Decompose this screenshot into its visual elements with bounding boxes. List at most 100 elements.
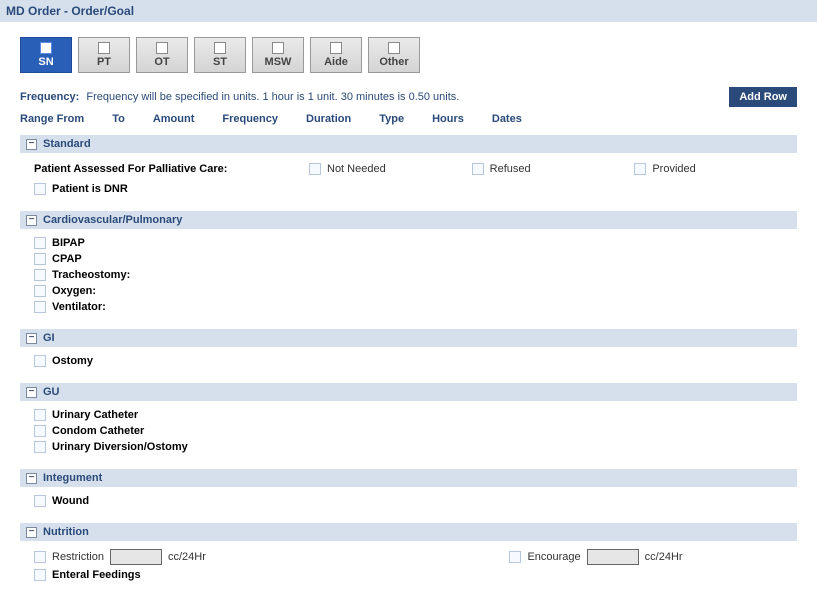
section-title: Standard <box>43 138 91 150</box>
restriction-input[interactable] <box>110 549 162 565</box>
item-label: Urinary Diversion/Ostomy <box>52 441 188 453</box>
collapse-icon[interactable]: − <box>26 333 37 344</box>
section-title: Integument <box>43 472 102 484</box>
checkbox-not-needed[interactable] <box>309 163 321 175</box>
checkbox-provided[interactable] <box>634 163 646 175</box>
list-item: CPAP <box>34 251 797 267</box>
restriction-label: Restriction <box>52 551 104 563</box>
section-title: GI <box>43 332 55 344</box>
item-label: Ostomy <box>52 355 93 367</box>
checkbox-restriction[interactable] <box>34 551 46 563</box>
tab-indicator-icon <box>272 42 284 54</box>
tab-ot[interactable]: OT <box>136 37 188 73</box>
list-item: BIPAP <box>34 235 797 251</box>
palliative-label: Patient Assessed For Palliative Care: <box>34 163 299 175</box>
checkbox-condom-catheter[interactable] <box>34 425 46 437</box>
checkbox-refused[interactable] <box>472 163 484 175</box>
tab-label: Aide <box>324 56 348 68</box>
tab-indicator-icon <box>156 42 168 54</box>
item-label: Patient is DNR <box>52 183 128 195</box>
item-label: BIPAP <box>52 237 85 249</box>
palliative-assessment-row: Patient Assessed For Palliative Care: No… <box>34 159 797 181</box>
checkbox-enteral-feedings[interactable] <box>34 569 46 581</box>
checkbox-cpap[interactable] <box>34 253 46 265</box>
checkbox-ventilator[interactable] <box>34 301 46 313</box>
collapse-icon[interactable]: − <box>26 473 37 484</box>
checkbox-oxygen[interactable] <box>34 285 46 297</box>
page-title: MD Order - Order/Goal <box>0 0 817 23</box>
collapse-icon[interactable]: − <box>26 387 37 398</box>
col-hours: Hours <box>432 113 464 125</box>
section-gu: − GU Urinary Catheter Condom Catheter Ur… <box>20 383 797 461</box>
list-item: Enteral Feedings <box>34 567 797 583</box>
tab-label: PT <box>97 56 111 68</box>
tab-pt[interactable]: PT <box>78 37 130 73</box>
list-item: Condom Catheter <box>34 423 797 439</box>
collapse-icon[interactable]: − <box>26 215 37 226</box>
section-header-cardio: − Cardiovascular/Pulmonary <box>20 211 797 229</box>
tab-other[interactable]: Other <box>368 37 420 73</box>
tab-aide[interactable]: Aide <box>310 37 362 73</box>
item-label: Condom Catheter <box>52 425 144 437</box>
section-title: GU <box>43 386 60 398</box>
restriction-unit: cc/24Hr <box>168 551 206 563</box>
list-item: Patient is DNR <box>34 181 797 197</box>
checkbox-encourage[interactable] <box>509 551 521 563</box>
col-amount: Amount <box>153 113 195 125</box>
col-type: Type <box>379 113 404 125</box>
list-item: Urinary Catheter <box>34 407 797 423</box>
item-label: Oxygen: <box>52 285 96 297</box>
list-item: Ostomy <box>34 353 797 369</box>
tab-label: MSW <box>265 56 292 68</box>
content-area: SN PT OT ST MSW Aide Other Frequency: Fr… <box>0 23 817 589</box>
tab-indicator-icon <box>388 42 400 54</box>
frequency-label: Frequency: <box>20 91 79 103</box>
list-item: Tracheostomy: <box>34 267 797 283</box>
list-item: Ventilator: <box>34 299 797 315</box>
frequency-row: Frequency: Frequency will be specified i… <box>8 87 809 113</box>
tab-msw[interactable]: MSW <box>252 37 304 73</box>
item-label: Ventilator: <box>52 301 106 313</box>
opt-label: Refused <box>490 163 531 175</box>
tab-indicator-icon <box>214 42 226 54</box>
item-label: Wound <box>52 495 89 507</box>
section-header-gu: − GU <box>20 383 797 401</box>
tab-label: SN <box>38 56 53 68</box>
encourage-unit: cc/24Hr <box>645 551 683 563</box>
checkbox-tracheostomy[interactable] <box>34 269 46 281</box>
section-header-gi: − GI <box>20 329 797 347</box>
encourage-input[interactable] <box>587 549 639 565</box>
section-integument: − Integument Wound <box>20 469 797 515</box>
opt-label: Not Needed <box>327 163 386 175</box>
checkbox-bipap[interactable] <box>34 237 46 249</box>
add-row-button[interactable]: Add Row <box>729 87 797 107</box>
collapse-icon[interactable]: − <box>26 139 37 150</box>
tab-label: OT <box>154 56 169 68</box>
checkbox-dnr[interactable] <box>34 183 46 195</box>
item-label: CPAP <box>52 253 82 265</box>
item-label: Urinary Catheter <box>52 409 138 421</box>
list-item: Oxygen: <box>34 283 797 299</box>
col-to: To <box>112 113 125 125</box>
section-cardio: − Cardiovascular/Pulmonary BIPAP CPAP Tr… <box>20 211 797 321</box>
col-dates: Dates <box>492 113 522 125</box>
col-range-from: Range From <box>20 113 84 125</box>
section-title: Nutrition <box>43 526 89 538</box>
tab-indicator-icon <box>98 42 110 54</box>
section-gi: − GI Ostomy <box>20 329 797 375</box>
frequency-hint: Frequency will be specified in units. 1 … <box>86 91 459 103</box>
tab-sn[interactable]: SN <box>20 37 72 73</box>
tab-label: Other <box>379 56 408 68</box>
collapse-icon[interactable]: − <box>26 527 37 538</box>
opt-label: Provided <box>652 163 695 175</box>
checkbox-wound[interactable] <box>34 495 46 507</box>
nutrition-row-1: Restriction cc/24Hr Encourage cc/24Hr <box>34 547 797 567</box>
checkbox-ostomy[interactable] <box>34 355 46 367</box>
tab-indicator-icon <box>40 42 52 54</box>
encourage-label: Encourage <box>527 551 580 563</box>
checkbox-urinary-catheter[interactable] <box>34 409 46 421</box>
item-label: Enteral Feedings <box>52 569 141 581</box>
list-item: Urinary Diversion/Ostomy <box>34 439 797 455</box>
checkbox-urinary-diversion[interactable] <box>34 441 46 453</box>
tab-st[interactable]: ST <box>194 37 246 73</box>
